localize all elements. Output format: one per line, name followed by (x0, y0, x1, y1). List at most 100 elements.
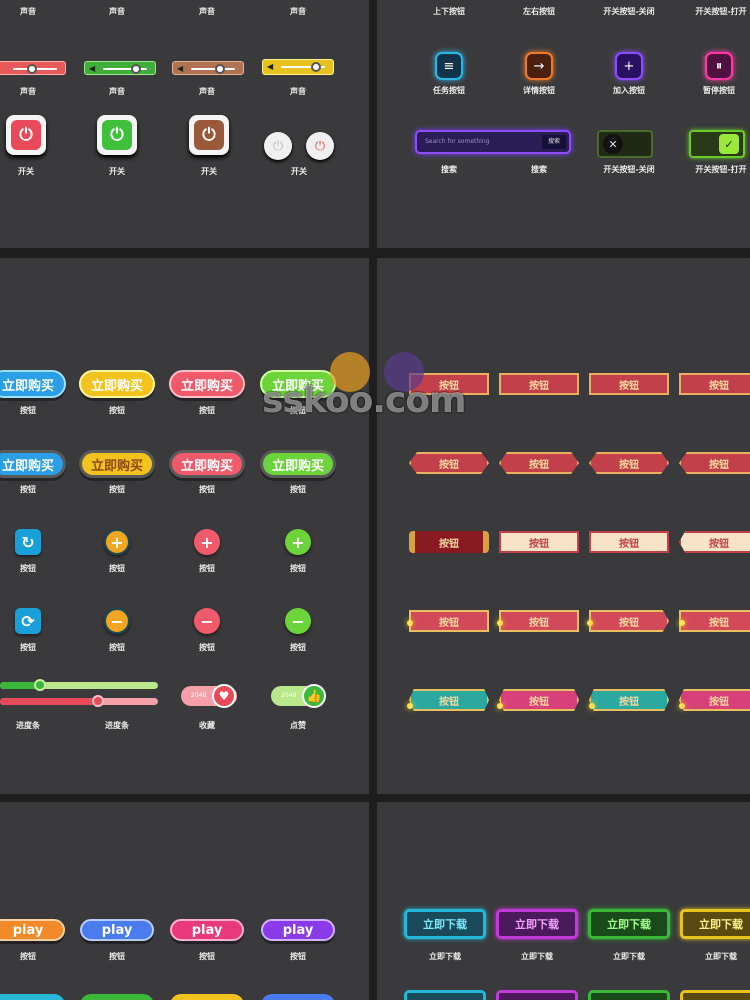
sync-icon: ⟳ (21, 611, 35, 631)
download-button-green[interactable]: 立即下载 (588, 909, 670, 939)
volume-slider-yellow[interactable]: ◀ (262, 59, 334, 75)
slider-knob[interactable] (131, 64, 141, 74)
favorite-count: 2048 (191, 692, 207, 699)
chinese-flower-button[interactable]: 按钮 (589, 689, 669, 711)
progress-bar-green[interactable] (0, 679, 158, 691)
progress-knob[interactable] (92, 695, 104, 707)
play-button-partial[interactable] (170, 994, 244, 1000)
plus-button-red[interactable]: + (194, 529, 220, 555)
download-button-partial[interactable] (404, 990, 486, 1000)
download-button-yellow[interactable]: 立即下载 (680, 909, 750, 939)
plus-icon: + (110, 532, 124, 552)
chinese-scroll-button[interactable]: 按钮 (589, 531, 669, 553)
plus-icon: + (200, 532, 214, 552)
power-button-white-red[interactable]: ⏻ (306, 132, 334, 160)
chinese-button[interactable]: 按钮 (589, 452, 669, 474)
volume-slider-red[interactable] (0, 61, 66, 75)
icon-label: 任务按钮 (433, 85, 465, 95)
play-button-partial[interactable] (0, 994, 65, 1000)
join-button[interactable]: + (615, 52, 643, 80)
download-button-partial[interactable] (496, 990, 578, 1000)
detail-button[interactable]: → (525, 52, 553, 80)
download-button-partial[interactable] (680, 990, 750, 1000)
plus-button-orange[interactable]: + (104, 529, 130, 555)
search-button[interactable]: 搜索 (542, 135, 566, 149)
toggle-off[interactable]: ✕ (597, 130, 653, 158)
chinese-scroll-button[interactable]: 按钮 (499, 531, 579, 553)
chinese-flower-button[interactable]: 按钮 (499, 610, 579, 632)
refresh-button[interactable]: ↻ (15, 529, 41, 555)
buy-now-button-yellow[interactable]: 立即购买 (79, 370, 155, 398)
chinese-flower-button[interactable]: 按钮 (679, 689, 750, 711)
pause-button[interactable]: ⏸ (705, 52, 733, 80)
play-button-partial[interactable] (261, 994, 335, 1000)
play-button-pink[interactable]: play (170, 919, 244, 941)
search-bar: Search for something 搜索 (415, 130, 571, 154)
power-button-green[interactable]: ⏻ (97, 115, 137, 155)
button-label: 按钮 (199, 642, 215, 652)
progress-knob[interactable] (34, 679, 46, 691)
button-label: 按钮 (109, 951, 125, 961)
toggle-label: 开关按钮-打开 (695, 164, 747, 174)
search-input[interactable]: Search for something (425, 138, 489, 145)
like-button[interactable]: 👍 (302, 684, 326, 708)
chinese-button[interactable]: 按钮 (679, 452, 750, 474)
power-icon: ⏻ (11, 120, 41, 150)
task-button[interactable]: ≡ (435, 52, 463, 80)
buy-now-button-red-outline[interactable]: 立即购买 (169, 450, 245, 478)
slider-knob[interactable] (27, 64, 37, 74)
buy-now-button-blue-outline[interactable]: 立即购买 (0, 450, 66, 478)
slider-knob[interactable] (215, 64, 225, 74)
sparkle-icon (679, 620, 685, 626)
download-button-cyan[interactable]: 立即下载 (404, 909, 486, 939)
chinese-scroll-button[interactable]: 按钮 (679, 531, 750, 553)
download-button-purple[interactable]: 立即下载 (496, 909, 578, 939)
chinese-flower-button[interactable]: 按钮 (409, 610, 489, 632)
chinese-button[interactable]: 按钮 (409, 452, 489, 474)
sparkle-icon (587, 620, 593, 626)
chinese-scroll-button[interactable]: 按钮 (409, 531, 489, 553)
buy-now-button-green-outline[interactable]: 立即购买 (260, 450, 336, 478)
minus-button-orange[interactable]: − (104, 608, 130, 634)
buy-now-button-blue[interactable]: 立即购买 (0, 370, 66, 398)
download-label: 立即下载 (613, 951, 645, 961)
play-button-blue[interactable]: play (80, 919, 154, 941)
chinese-flower-button[interactable]: 按钮 (499, 689, 579, 711)
chinese-flower-button[interactable]: 按钮 (409, 689, 489, 711)
toggle-on[interactable]: ✓ (689, 130, 745, 158)
search-label: 搜索 (531, 164, 547, 174)
progress-label: 进度条 (105, 720, 129, 730)
plus-button-green[interactable]: + (285, 529, 311, 555)
favorite-button[interactable]: ♥ (212, 684, 236, 708)
button-label: 按钮 (109, 405, 125, 415)
buy-now-button-red[interactable]: 立即购买 (169, 370, 245, 398)
slider-label: 声音 (199, 86, 215, 96)
download-button-partial[interactable] (588, 990, 670, 1000)
sparkle-icon (497, 620, 503, 626)
power-button-grey[interactable]: ⏻ (264, 132, 292, 160)
minus-icon: − (110, 611, 124, 631)
sync-button[interactable]: ⟳ (15, 608, 41, 634)
play-button-purple[interactable]: play (261, 919, 335, 941)
play-button-orange[interactable]: play (0, 919, 65, 941)
chinese-button[interactable]: 按钮 (499, 452, 579, 474)
play-button-partial[interactable] (80, 994, 154, 1000)
toggle-label: 开关按钮-关闭 (603, 164, 655, 174)
power-button-red[interactable]: ⏻ (6, 115, 46, 155)
button-label: 按钮 (20, 484, 36, 494)
chinese-button[interactable]: 按钮 (499, 373, 579, 395)
volume-slider-green[interactable]: ◀ (84, 61, 156, 75)
buy-now-button-yellow-outline[interactable]: 立即购买 (79, 450, 155, 478)
chinese-flower-button[interactable]: 按钮 (679, 610, 750, 632)
volume-slider-brown[interactable]: ◀ (172, 61, 244, 75)
minus-button-green[interactable]: − (285, 608, 311, 634)
chinese-button[interactable]: 按钮 (589, 373, 669, 395)
chinese-button[interactable]: 按钮 (679, 373, 750, 395)
speaker-icon: ◀ (267, 62, 274, 71)
slider-knob[interactable] (311, 62, 321, 72)
minus-button-red[interactable]: − (194, 608, 220, 634)
power-button-brown[interactable]: ⏻ (189, 115, 229, 155)
progress-fill (0, 698, 98, 705)
chinese-flower-button[interactable]: 按钮 (589, 610, 669, 632)
progress-bar-red[interactable] (0, 695, 158, 707)
